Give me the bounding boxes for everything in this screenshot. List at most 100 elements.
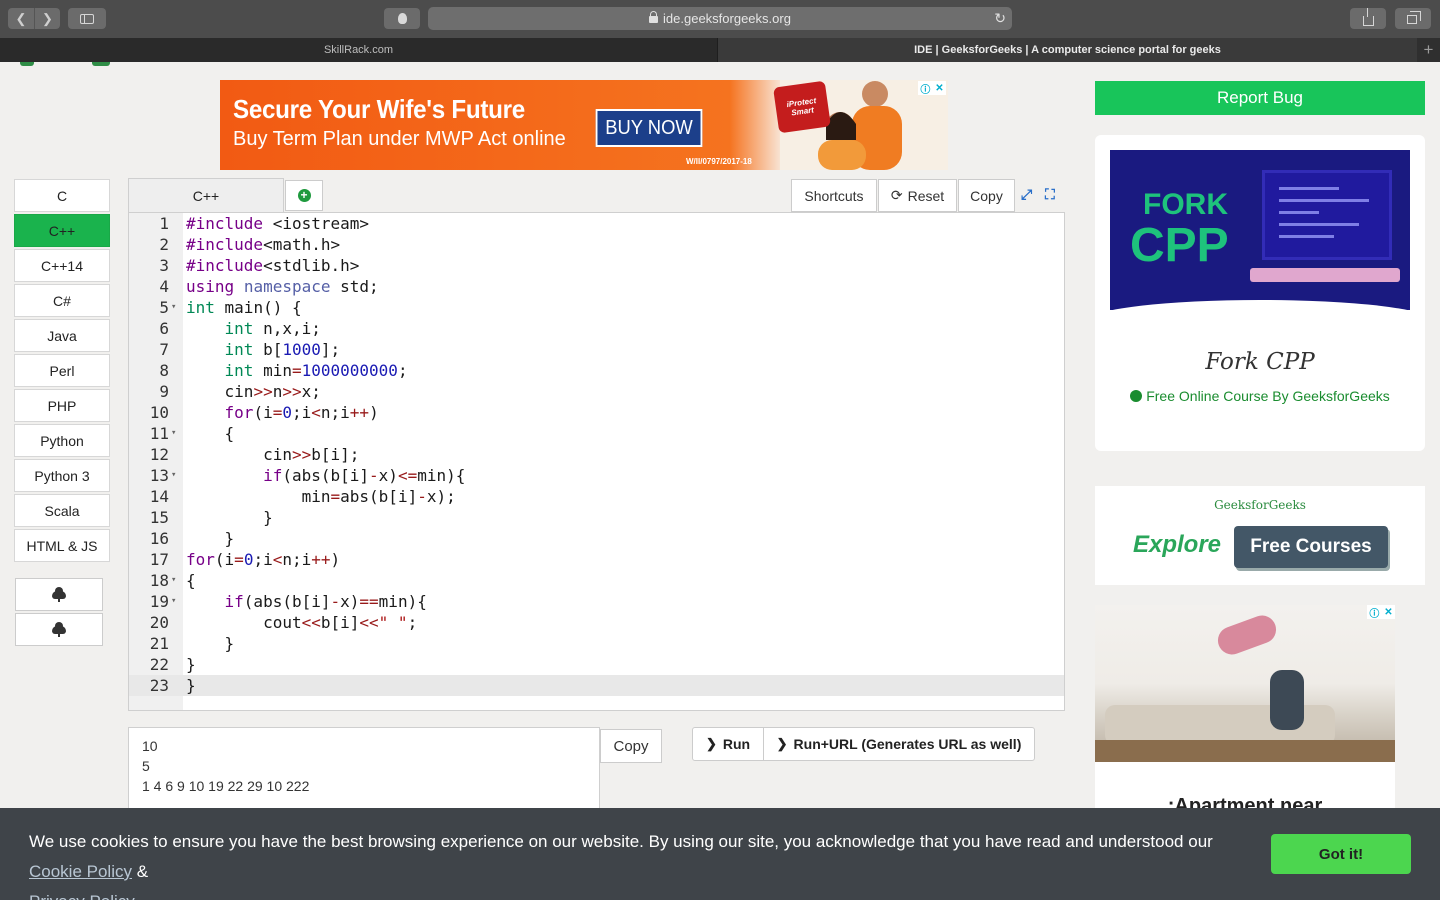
code-line[interactable]: 5 ▾ int main() {	[129, 297, 1064, 318]
report-bug-button[interactable]: Report Bug	[1095, 81, 1425, 115]
code-line[interactable]: 3 #include<stdlib.h>	[129, 255, 1064, 276]
lang-php[interactable]: PHP	[14, 389, 110, 422]
address-bar[interactable]: ide.geeksforgeeks.org ↻	[428, 7, 1012, 30]
sidebar-toggle-button[interactable]	[68, 8, 106, 29]
code-line[interactable]: 9 cin>>n>>x;	[129, 381, 1064, 402]
lang-python[interactable]: Python	[14, 424, 110, 457]
run-url-button[interactable]: ❯ Run+URL (Generates URL as well)	[764, 728, 1034, 760]
code-line[interactable]: 19 ▾ if(abs(b[i]-x)==min){	[129, 591, 1064, 612]
stdin-input[interactable]: 10 5 1 4 6 9 10 19 22 29 10 222	[128, 727, 600, 817]
code-line[interactable]: 15 }	[129, 507, 1064, 528]
lang-html-js[interactable]: HTML & JS	[14, 529, 110, 562]
reset-button[interactable]: ⟳ Reset	[878, 179, 957, 212]
code-line[interactable]: 13 ▾ if(abs(b[i]-x)<=min){	[129, 465, 1064, 486]
copy-code-button[interactable]: Copy	[958, 179, 1015, 212]
lang-python3[interactable]: Python 3	[14, 459, 110, 492]
shortcuts-button[interactable]: Shortcuts	[791, 179, 877, 212]
tab-skillrack[interactable]: SkillRack.com	[0, 38, 718, 62]
got-it-button[interactable]: Got it!	[1271, 834, 1411, 874]
fold-arrow-icon[interactable]: ▾	[169, 570, 183, 591]
code-line[interactable]: 1 #include <iostream>	[129, 213, 1064, 234]
expand-icon[interactable]: ⤢	[1021, 186, 1032, 203]
code-line[interactable]: 17 for(i=0;i<n;i++)	[129, 549, 1064, 570]
ad-buy-now-button[interactable]: BUY NOW	[595, 109, 703, 147]
explore-courses-card[interactable]: GeeksforGeeks Explore Free Courses	[1095, 486, 1425, 585]
run-buttons: ❯ Run ❯ Run+URL (Generates URL as well)	[692, 727, 1035, 761]
privacy-button[interactable]	[384, 8, 420, 29]
fold-arrow-icon[interactable]: ▾	[169, 423, 183, 444]
cookie-policy-link[interactable]: Cookie Policy	[29, 862, 132, 881]
code-line[interactable]: 18 ▾{	[129, 570, 1064, 591]
code-line[interactable]: 22}	[129, 654, 1064, 675]
code-line[interactable]: 6 int n,x,i;	[129, 318, 1064, 339]
photo-ad-choices[interactable]: ⓘ ✕	[1367, 605, 1395, 620]
code-line[interactable]: 11 ▾ {	[129, 423, 1064, 444]
code-text: int main() {	[186, 298, 302, 317]
ad-badge-line2: Smart	[790, 105, 815, 118]
fork-cpp-image[interactable]: FORK CPP	[1110, 150, 1410, 310]
tabs-icon	[1407, 11, 1421, 24]
cloud-download-button[interactable]	[15, 578, 103, 611]
fold-arrow-icon[interactable]: ▾	[169, 591, 183, 612]
site-logo[interactable]	[20, 62, 110, 67]
fullscreen-icon[interactable]: ⛶	[1045, 186, 1055, 203]
lang-cpp14[interactable]: C++14	[14, 249, 110, 282]
fold-arrow-icon[interactable]: ▾	[169, 297, 183, 318]
fold-arrow-icon[interactable]: ▾	[169, 465, 183, 486]
line-number: 21	[149, 634, 169, 653]
privacy-policy-link[interactable]: Privacy Policy	[29, 892, 135, 900]
close-icon[interactable]: ✕	[1384, 607, 1392, 618]
show-tabs-button[interactable]	[1395, 8, 1431, 29]
lang-perl[interactable]: Perl	[14, 354, 110, 387]
code-line[interactable]: 16 }	[129, 528, 1064, 549]
code-editor[interactable]: 1 #include <iostream> 2 #include<math.h> 3 #i…	[128, 212, 1065, 711]
course-card[interactable]: FORK CPP Fork CPP Free Online Course By …	[1095, 135, 1425, 451]
new-tab-button[interactable]: +	[1417, 38, 1440, 62]
run-button[interactable]: ❯ Run	[693, 728, 764, 760]
line-number: 1	[159, 214, 169, 233]
lang-java[interactable]: Java	[14, 319, 110, 352]
back-icon[interactable]: ❮	[8, 8, 34, 29]
code-line[interactable]: 14 min=abs(b[i]-x);	[129, 486, 1064, 507]
line-number: 18	[149, 571, 169, 590]
course-title[interactable]: Fork CPP	[1095, 349, 1425, 375]
lang-cpp[interactable]: C++	[14, 214, 110, 247]
info-icon[interactable]: ⓘ	[1369, 605, 1379, 620]
reset-label: Reset	[907, 187, 945, 204]
copy-input-button[interactable]: Copy	[600, 729, 662, 763]
free-courses-button[interactable]: Free Courses	[1234, 526, 1388, 568]
reload-icon[interactable]: ↻	[994, 10, 1006, 27]
tab-gfg-ide[interactable]: IDE | GeeksforGeeks | A computer science…	[718, 38, 1417, 62]
line-number: 4	[159, 277, 169, 296]
code-line[interactable]: 12 cin>>b[i];	[129, 444, 1064, 465]
language-list: C C++ C++14 C# Java Perl PHP Python Pyth…	[14, 179, 110, 564]
photo-ad[interactable]: ⓘ ✕ :Apartment near	[1095, 605, 1395, 825]
lang-scala[interactable]: Scala	[14, 494, 110, 527]
course-link[interactable]: Free Online Course By GeeksforGeeks	[1095, 388, 1425, 404]
top-ad-banner[interactable]: Secure Your Wife's Future Buy Term Plan …	[220, 80, 948, 170]
ad-choices[interactable]: ⓘ ✕	[918, 81, 946, 96]
code-line[interactable]: 23}	[129, 675, 1064, 696]
code-line[interactable]: 8 int min=1000000000;	[129, 360, 1064, 381]
editor-tab-cpp[interactable]: C++	[128, 178, 284, 212]
code-line[interactable]: 10 for(i=0;i<n;i++)	[129, 402, 1064, 423]
code-line[interactable]: 21 }	[129, 633, 1064, 654]
explore-brand: GeeksforGeeks	[1214, 498, 1306, 512]
lang-csharp[interactable]: C#	[14, 284, 110, 317]
add-tab-button[interactable]: +	[285, 180, 323, 211]
info-icon[interactable]: ⓘ	[920, 81, 930, 96]
code-line[interactable]: 7 int b[1000];	[129, 339, 1064, 360]
lang-c[interactable]: C	[14, 179, 110, 212]
code-text: #include<math.h>	[186, 235, 341, 254]
code-line[interactable]: 20 cout<<b[i]<<" ";	[129, 612, 1064, 633]
share-button[interactable]	[1350, 7, 1386, 29]
code-line[interactable]: 4 using namespace std;	[129, 276, 1064, 297]
line-number: 13	[149, 466, 169, 485]
cloud-upload-button[interactable]	[15, 613, 103, 646]
code-text: {	[186, 424, 235, 443]
forward-icon[interactable]: ❯	[34, 8, 60, 29]
cookie-message: We use cookies to ensure you have the be…	[29, 832, 1213, 851]
code-line[interactable]: 2 #include<math.h>	[129, 234, 1064, 255]
close-icon[interactable]: ✕	[935, 83, 943, 94]
